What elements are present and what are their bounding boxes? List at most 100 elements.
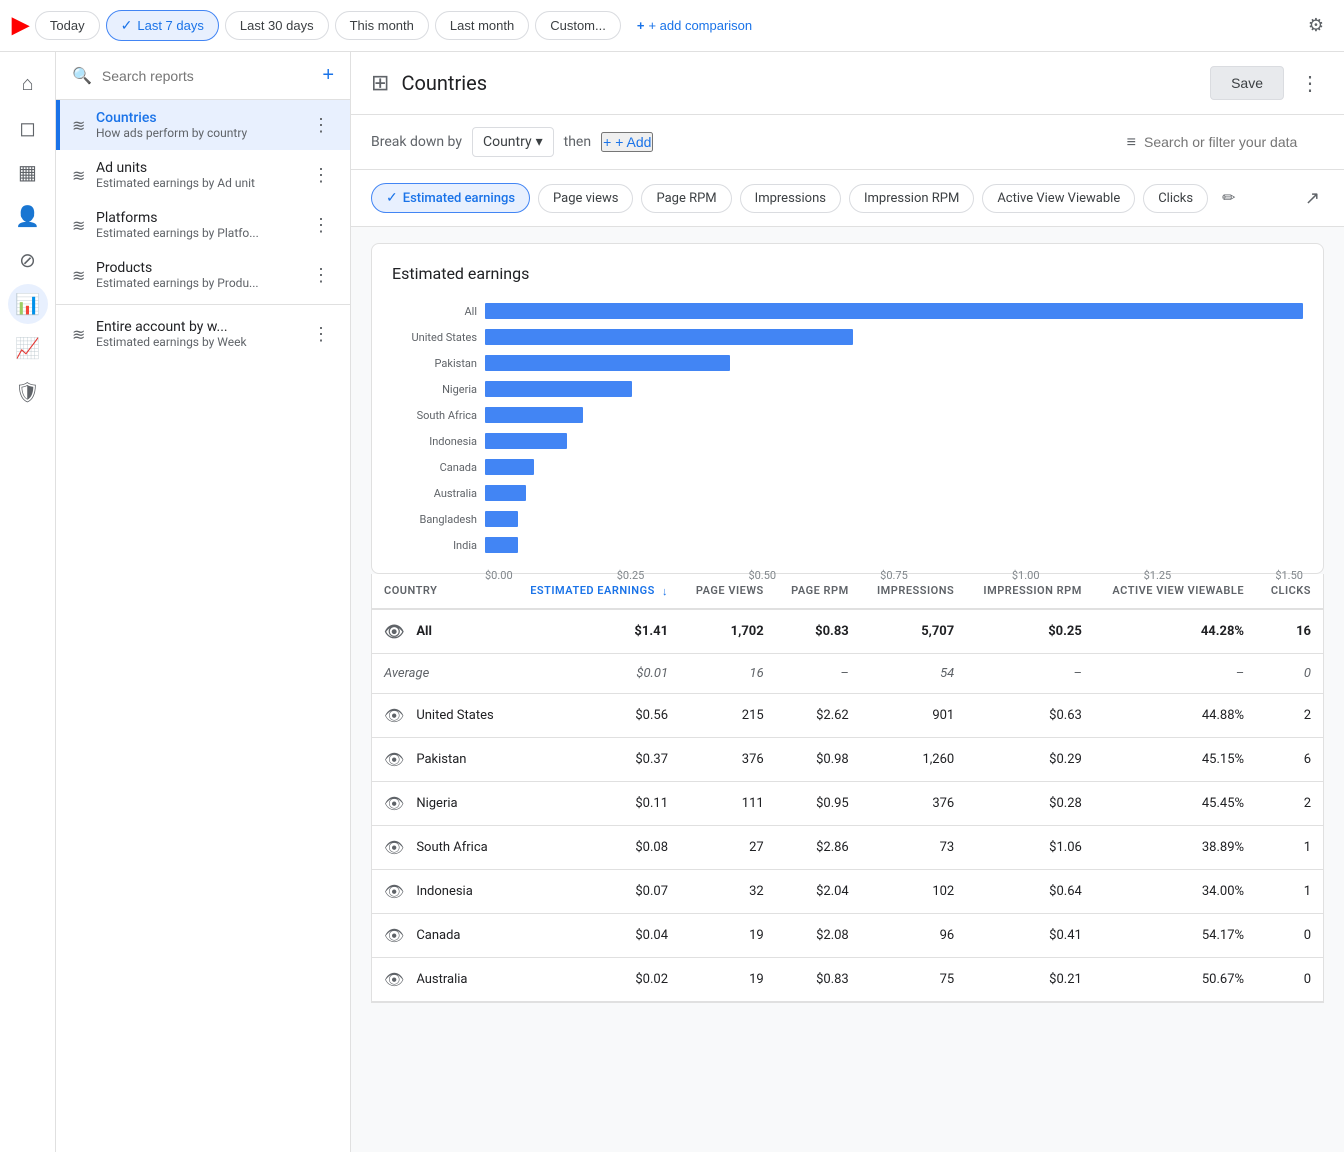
add-comparison-button[interactable]: + + add comparison (627, 12, 762, 39)
sidebar-item-title-countries: Countries (96, 110, 304, 126)
table-cell-impressions: 96 (861, 913, 967, 957)
xaxis-label: $1.50 (1275, 569, 1303, 582)
search-reports-input[interactable] (102, 68, 312, 84)
bar-fill (485, 511, 518, 527)
nav-block-icon[interactable]: ⊘ (8, 240, 48, 280)
sidebar-item-entire-account[interactable]: ≋ Entire account by w... Estimated earni… (56, 309, 350, 359)
nav-chart-icon[interactable]: 📊 (8, 284, 48, 324)
sidebar-more-entire[interactable]: ⋮ (308, 320, 334, 349)
nav-home-icon[interactable]: ⌂ (8, 64, 48, 104)
bar-track (485, 355, 1303, 371)
eye-icon[interactable]: 👁 (384, 622, 404, 641)
add-report-button[interactable]: + (322, 64, 334, 87)
metric-estimated-earnings[interactable]: ✓ Estimated earnings (371, 183, 530, 213)
metric-clicks[interactable]: Clicks (1143, 184, 1208, 213)
bar-label: All (392, 305, 477, 318)
table-row: 👁Australia$0.0219$0.8375$0.2150.67%0 (372, 957, 1323, 1001)
bar-fill (485, 485, 526, 501)
country-name: Nigeria (416, 796, 457, 811)
metric-page-views[interactable]: Page views (538, 184, 633, 213)
sidebar-item-title-adunits: Ad units (96, 160, 304, 176)
table-row: Average$0.0116–54––0 (372, 653, 1323, 693)
bar-track (485, 433, 1303, 449)
nav-shield-icon[interactable]: 🛡 (8, 372, 48, 412)
sidebar-item-sub-products: Estimated earnings by Produ... (96, 276, 304, 290)
sidebar-item-countries[interactable]: ≋ Countries How ads perform by country ⋮ (56, 100, 350, 150)
settings-gear-icon[interactable]: ⚙ (1300, 7, 1332, 44)
bar-track (485, 381, 1303, 397)
save-button[interactable]: Save (1210, 66, 1284, 100)
table-cell-clicks: 1 (1256, 869, 1323, 913)
table-cell-impressions: 102 (861, 869, 967, 913)
sidebar-item-title-products: Products (96, 260, 304, 276)
table-row: 👁United States$0.56215$2.62901$0.6344.88… (372, 693, 1323, 737)
nav-user-icon[interactable]: 👤 (8, 196, 48, 236)
eye-icon[interactable]: 👁 (384, 750, 404, 769)
table-row: 👁South Africa$0.0827$2.8673$1.0638.89%1 (372, 825, 1323, 869)
sidebar-item-platforms[interactable]: ≋ Platforms Estimated earnings by Platfo… (56, 200, 350, 250)
country-name: Australia (416, 972, 467, 987)
eye-icon[interactable]: 👁 (384, 794, 404, 813)
bar-row: Australia (392, 485, 1303, 501)
eye-icon[interactable]: 👁 (384, 706, 404, 725)
table-row: 👁Canada$0.0419$2.0896$0.4154.17%0 (372, 913, 1323, 957)
eye-icon[interactable]: 👁 (384, 926, 404, 945)
country-filter-select[interactable]: Country ▾ (472, 127, 554, 157)
metric-impression-rpm[interactable]: Impression RPM (849, 184, 974, 213)
table-cell-estimated: $0.37 (511, 737, 680, 781)
nav-grid-icon[interactable]: ▦ (8, 152, 48, 192)
bar-fill (485, 407, 583, 423)
eye-icon[interactable]: 👁 (384, 882, 404, 901)
sidebar-more-platforms[interactable]: ⋮ (308, 211, 334, 240)
table-row: 👁Pakistan$0.37376$0.981,260$0.2945.15%6 (372, 737, 1323, 781)
table-cell-avv: – (1094, 653, 1256, 693)
plus-filter-icon: + (603, 134, 611, 150)
sidebar-item-products[interactable]: ≋ Products Estimated earnings by Produ..… (56, 250, 350, 300)
sidebar-more-adunits[interactable]: ⋮ (308, 161, 334, 190)
table-cell-estimated: $0.07 (511, 869, 680, 913)
date-thismonth[interactable]: This month (335, 11, 429, 40)
sidebar: 🔍 + ≋ Countries How ads perform by count… (56, 52, 351, 1152)
edit-metrics-button[interactable]: ✏ (1216, 182, 1241, 214)
date-lastmonth[interactable]: Last month (435, 11, 529, 40)
table-cell-estimated: $1.41 (511, 609, 680, 654)
date-last7[interactable]: ✓ Last 7 days (106, 10, 219, 41)
table-cell-avv: 44.88% (1094, 693, 1256, 737)
country-name: Canada (416, 928, 460, 943)
chevron-down-icon: ▾ (536, 134, 543, 150)
eye-icon[interactable]: 👁 (384, 838, 404, 857)
nav-reports-icon[interactable]: ◻ (8, 108, 48, 148)
bar-row: United States (392, 329, 1303, 345)
sidebar-more-countries[interactable]: ⋮ (308, 111, 334, 140)
metric-impressions[interactable]: Impressions (740, 184, 841, 213)
sidebar-more-products[interactable]: ⋮ (308, 261, 334, 290)
page-more-button[interactable]: ⋮ (1296, 67, 1324, 100)
table-cell-impressions: 376 (861, 781, 967, 825)
table-row: 👁All$1.411,702$0.835,707$0.2544.28%16 (372, 609, 1323, 654)
expand-chart-button[interactable]: ↗ (1301, 184, 1324, 213)
sidebar-item-icon-adunits: ≋ (72, 166, 92, 185)
table-cell-pageviews: 215 (680, 693, 776, 737)
xaxis-label: $0.25 (617, 569, 645, 582)
filter-search-input[interactable] (1144, 134, 1324, 150)
sidebar-item-ad-units[interactable]: ≋ Ad units Estimated earnings by Ad unit… (56, 150, 350, 200)
bar-row: Bangladesh (392, 511, 1303, 527)
table-cell-avv: 50.67% (1094, 957, 1256, 1001)
bar-label: Pakistan (392, 357, 477, 370)
bar-row: Nigeria (392, 381, 1303, 397)
table-cell-pageviews: 19 (680, 957, 776, 1001)
date-custom[interactable]: Custom... (535, 11, 621, 40)
metric-active-view[interactable]: Active View Viewable (982, 184, 1135, 213)
date-today[interactable]: Today (35, 11, 100, 40)
metric-page-rpm[interactable]: Page RPM (641, 184, 731, 213)
table-row: 👁Nigeria$0.11111$0.95376$0.2845.45%2 (372, 781, 1323, 825)
table-cell-pagerpm: $0.95 (776, 781, 861, 825)
add-filter-button[interactable]: + + Add (601, 132, 653, 152)
date-last30[interactable]: Last 30 days (225, 11, 329, 40)
eye-icon[interactable]: 👁 (384, 970, 404, 989)
main-content: ⊞ Countries Save ⋮ Break down by Country… (351, 52, 1344, 1152)
table-cell-country: 👁 Canada (372, 913, 511, 957)
sidebar-item-sub-adunits: Estimated earnings by Ad unit (96, 176, 304, 190)
nav-trending-icon[interactable]: 📈 (8, 328, 48, 368)
bar-label: Indonesia (392, 435, 477, 448)
